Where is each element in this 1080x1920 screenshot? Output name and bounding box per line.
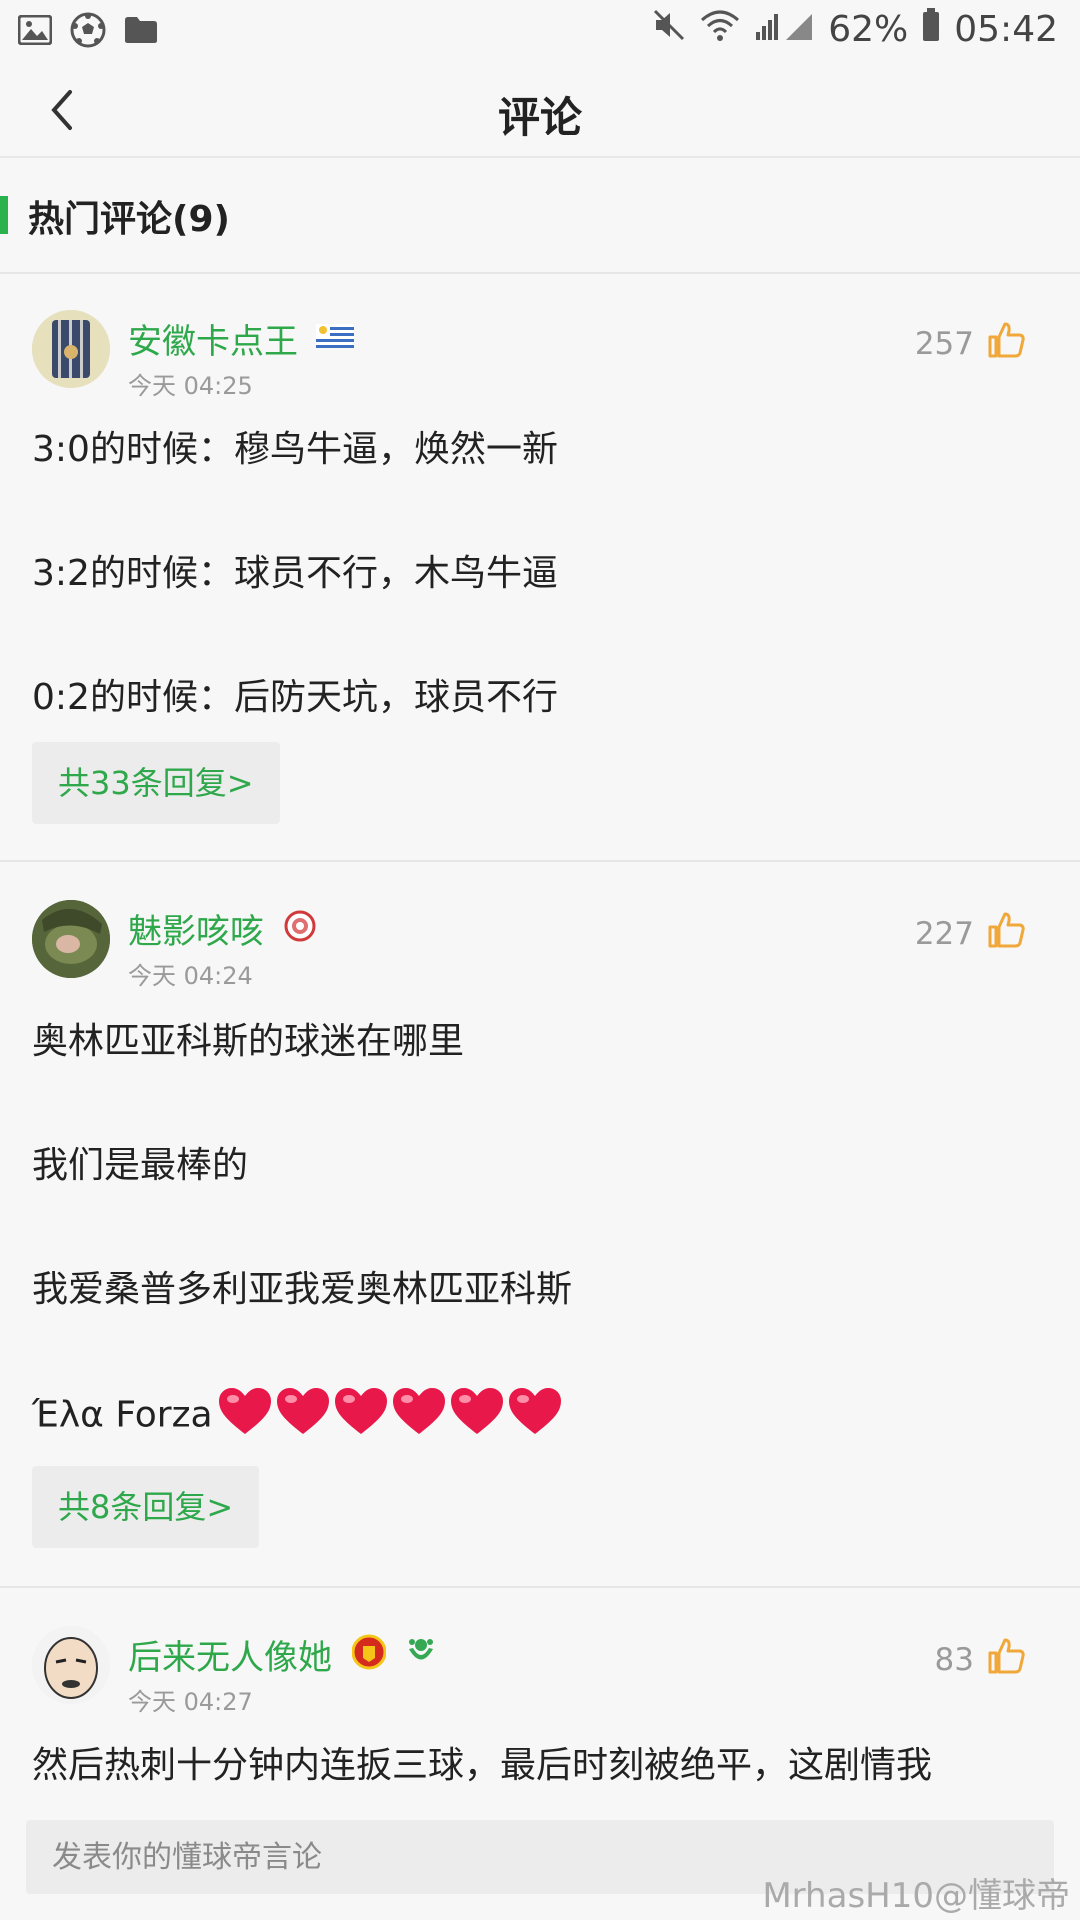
status-bar: 62% 05:42 [0, 0, 1080, 64]
comment-time: 今天 04:25 [128, 372, 253, 400]
view-replies-button[interactable]: 共8条回复> [32, 1466, 260, 1548]
olympiacos-badge-icon [284, 910, 316, 946]
like-count: 83 [934, 1642, 974, 1678]
watermark: MrhasH10@懂球帝 [762, 1876, 1070, 1916]
comment-text-line: Έλα Forza [32, 1394, 213, 1436]
username[interactable]: 魅影咳咳 [128, 904, 264, 953]
heart-emoji-icon [449, 1386, 505, 1447]
nav-bar: 评论 [0, 64, 1080, 158]
gallery-icon [17, 14, 53, 49]
comment-text-line: 然后热刺十分钟内连扳三球，最后时刻被绝平，这剧情我 [32, 1745, 933, 1786]
mute-icon [652, 8, 686, 51]
comment-text-line: 我们是最棒的 [32, 1145, 249, 1186]
comment-text-line: 3:0的时候：穆鸟牛逼，焕然一新 [32, 429, 558, 470]
uruguay-flag-icon [316, 324, 354, 352]
clock: 05:42 [954, 9, 1058, 50]
like-count: 257 [914, 326, 974, 362]
green-club-badge-icon [404, 1634, 438, 1672]
battery-icon [922, 8, 940, 51]
man-united-badge-icon [351, 1634, 387, 1674]
thumbs-up-icon[interactable] [986, 320, 1026, 360]
signal-icon [754, 8, 814, 51]
comment-text-line-with-hearts: Έλα Forza [32, 1386, 563, 1447]
heart-emoji-icon [275, 1386, 331, 1447]
comment-text-line: 我爱桑普多利亚我爱奥林匹亚科斯 [32, 1269, 573, 1310]
comment-item: 后来无人像她 今天 04:27 83 然后热刺十分钟内连扳三球，最后时刻被绝平，… [0, 1590, 1080, 1820]
soccer-ball-icon [70, 12, 106, 52]
section-title: 热门评论(9) [28, 199, 230, 240]
heart-emoji-icon [391, 1386, 447, 1447]
view-replies-button[interactable]: 共33条回复> [32, 742, 280, 824]
wifi-icon [700, 8, 740, 51]
avatar[interactable] [32, 310, 110, 388]
username[interactable]: 安徽卡点王 [128, 314, 298, 363]
comment-text-line: 0:2的时候：后防天坑，球员不行 [32, 677, 558, 718]
battery-percent: 62% [828, 9, 909, 50]
divider [0, 860, 1080, 862]
divider [0, 1586, 1080, 1588]
heart-emoji-icon [507, 1386, 563, 1447]
section-accent-bar [0, 196, 8, 234]
comment-time: 今天 04:27 [128, 1688, 253, 1716]
username[interactable]: 后来无人像她 [128, 1630, 332, 1679]
heart-emoji-icon [217, 1386, 273, 1447]
thumbs-up-icon[interactable] [986, 1636, 1026, 1676]
hearts-emoji-row [217, 1386, 563, 1447]
comment-time: 今天 04:24 [128, 962, 253, 990]
comment-text-line: 3:2的时候：球员不行，木鸟牛逼 [32, 553, 558, 594]
comment-text-line: 奥林匹亚科斯的球迷在哪里 [32, 1021, 465, 1062]
hot-comments-header: 热门评论(9) [0, 158, 1080, 274]
folder-icon [124, 16, 158, 48]
heart-emoji-icon [333, 1386, 389, 1447]
avatar[interactable] [32, 1626, 110, 1704]
comment-item: 安徽卡点王 今天 04:25 257 3:0的时候：穆鸟牛逼，焕然一新 3:2的… [0, 274, 1080, 860]
like-count: 227 [914, 916, 974, 952]
thumbs-up-icon[interactable] [986, 910, 1026, 950]
comment-item: 魅影咳咳 今天 04:24 227 奥林匹亚科斯的球迷在哪里 我们是最棒的 我爱… [0, 864, 1080, 1586]
avatar[interactable] [32, 900, 110, 978]
page-title: 评论 [497, 93, 582, 142]
